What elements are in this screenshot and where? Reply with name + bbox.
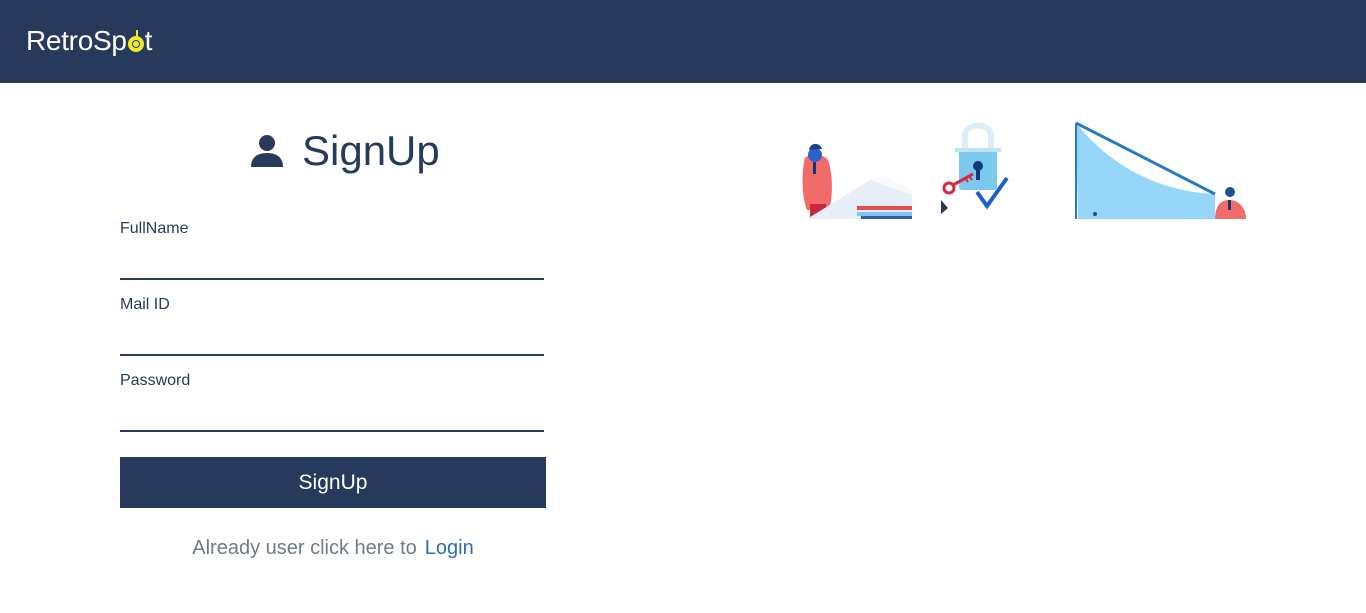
security-illustration-icon xyxy=(802,121,1246,219)
user-icon xyxy=(251,135,283,167)
fullname-input[interactable] xyxy=(120,250,544,280)
login-prompt: Already user click here to Login xyxy=(120,537,546,560)
password-field: Password xyxy=(120,372,544,432)
login-prompt-text: Already user click here to xyxy=(192,537,417,559)
mail-id-field: Mail ID xyxy=(120,296,544,356)
mail-id-input[interactable] xyxy=(120,326,544,356)
password-input[interactable] xyxy=(120,402,544,432)
fullname-label: FullName xyxy=(120,220,189,237)
brand-o-icon xyxy=(127,29,144,52)
page-title: SignUp xyxy=(250,127,440,175)
page-title-text: SignUp xyxy=(302,127,440,174)
mail-id-label: Mail ID xyxy=(120,296,170,313)
brand-logo[interactable]: RetroSp t xyxy=(26,24,152,58)
signup-button[interactable]: SignUp xyxy=(120,457,546,508)
brand-text-prefix: RetroSp xyxy=(26,25,127,56)
login-link[interactable]: Login xyxy=(425,537,474,559)
navbar: RetroSp t xyxy=(0,0,1366,83)
fullname-field: FullName xyxy=(120,220,544,280)
brand-text-suffix: t xyxy=(144,25,153,56)
signup-form: SignUp FullName Mail ID Password SignUp … xyxy=(120,83,546,613)
password-label: Password xyxy=(120,372,191,389)
